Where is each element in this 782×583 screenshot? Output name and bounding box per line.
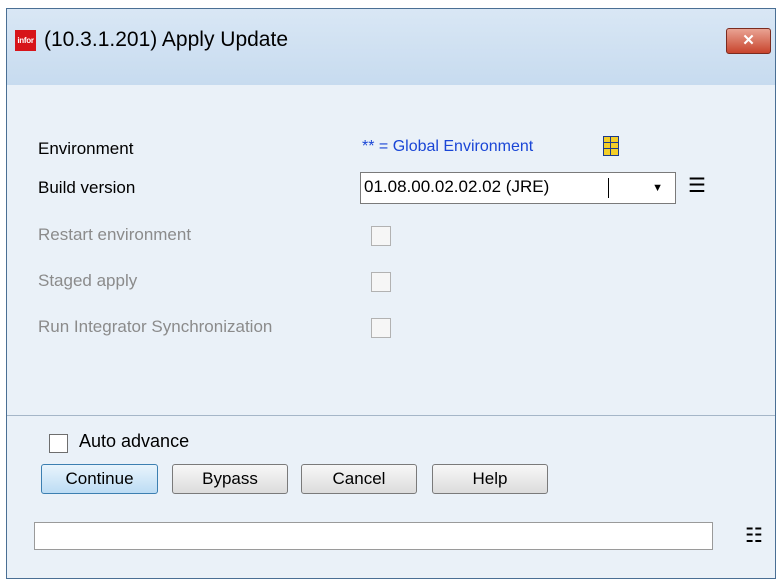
build-version-select[interactable]: 01.08.00.02.02.02 (JRE) ▼ <box>360 172 676 204</box>
help-button[interactable]: Help <box>432 464 548 494</box>
auto-advance-label: Auto advance <box>79 431 190 451</box>
cancel-button[interactable]: Cancel <box>301 464 417 494</box>
run-integrator-sync-label: Run Integrator Synchronization <box>38 317 273 336</box>
apply-update-dialog: infor (10.3.1.201) Apply Update ✕ Enviro… <box>6 8 776 579</box>
build-version-value[interactable]: 01.08.00.02.02.02 (JRE) <box>364 177 549 197</box>
text-cursor <box>608 178 609 198</box>
title-bar: infor (10.3.1.201) Apply Update ✕ <box>7 9 775 85</box>
staged-apply-checkbox[interactable] <box>371 272 391 292</box>
close-button[interactable]: ✕ <box>726 28 771 54</box>
bypass-button[interactable]: Bypass <box>172 464 288 494</box>
staged-apply-label: Staged apply <box>38 271 138 290</box>
status-bar <box>34 522 713 550</box>
list-icon[interactable]: ☰ <box>682 173 712 200</box>
grid-icon[interactable] <box>603 136 619 156</box>
environment-label: Environment <box>38 139 134 158</box>
restart-environment-checkbox[interactable] <box>371 226 391 246</box>
environment-value: ** = Global Environment <box>362 138 534 155</box>
status-list-icon[interactable]: ☷ <box>745 523 765 549</box>
window-title: (10.3.1.201) Apply Update <box>44 28 289 51</box>
chevron-down-icon[interactable]: ▼ <box>652 182 663 194</box>
infor-logo-icon: infor <box>15 30 36 51</box>
form-panel: Environment ** = Global Environment Buil… <box>7 85 775 415</box>
auto-advance-checkbox[interactable] <box>49 434 68 453</box>
run-integrator-sync-checkbox[interactable] <box>371 318 391 338</box>
footer-panel: Auto advance Continue Bypass Cancel Help… <box>7 415 775 581</box>
continue-button[interactable]: Continue <box>41 464 158 494</box>
restart-environment-label: Restart environment <box>38 225 192 244</box>
build-version-label: Build version <box>38 178 136 197</box>
